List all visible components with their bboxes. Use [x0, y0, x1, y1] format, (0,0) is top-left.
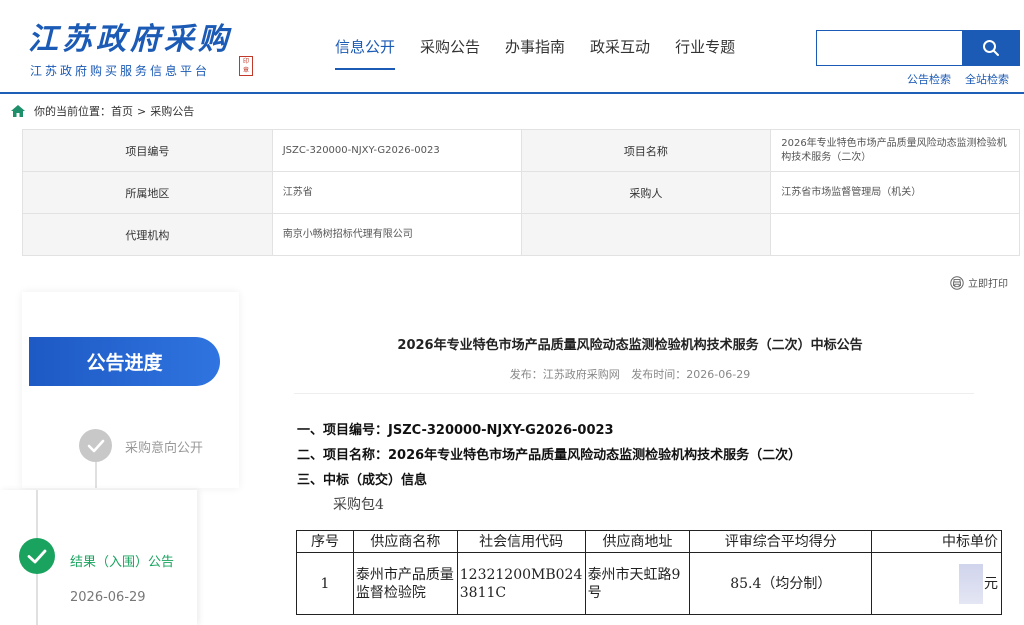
nav-guide[interactable]: 办事指南 [505, 36, 565, 70]
notice-project-name: 二、项目名称：2026年专业特色市场产品质量风险动态监测检验机构技术服务（二次） [297, 448, 802, 463]
col-header: 序号 [296, 530, 354, 553]
info-key: 项目名称 [520, 129, 772, 172]
price-unit: 元 [984, 575, 998, 592]
nav-interaction[interactable]: 政采互动 [590, 36, 650, 70]
breadcrumb-home[interactable]: 首页 [111, 103, 133, 119]
info-value: 江苏省 [271, 171, 522, 214]
award-result-table: 序号 供应商名称 社会信用代码 供应商地址 评审综合平均得分 中标单价 1 泰州… [296, 530, 1002, 615]
table-row: 代理机构 南京小畅树招标代理有限公司 [22, 213, 1020, 256]
info-key: 项目编号 [22, 129, 273, 172]
print-label: 立即打印 [968, 279, 1008, 290]
cell-score: 85.4（均分制） [689, 552, 873, 615]
table-row: 所属地区 江苏省 采购人 江苏省市场监督管理局（机关） [22, 171, 1020, 214]
site-header: 江苏政府采购 江苏政府购买服务信息平台 印章 信息公开 采购公告 办事指南 政采… [0, 0, 1024, 94]
notice-meta: 发布：江苏政府采购网 发布时间：2026-06-29 [240, 366, 1020, 382]
breadcrumb-separator: > [137, 104, 147, 118]
notice-award-heading: 三、中标（成交）信息 [297, 473, 428, 488]
logo-subtitle: 江苏政府购买服务信息平台 [30, 64, 211, 78]
col-header: 供应商地址 [584, 530, 691, 553]
breadcrumb-prefix: 你的当前位置： [34, 105, 111, 118]
notice-search-link[interactable]: 公告检索 [907, 71, 951, 87]
notice-publisher: 发布：江苏政府采购网 [509, 368, 620, 381]
home-icon [11, 105, 25, 117]
info-value [770, 213, 1020, 256]
search-button[interactable] [962, 30, 1020, 66]
col-header: 中标单价 [871, 530, 1002, 553]
print-button[interactable]: 立即打印 [950, 275, 1008, 290]
col-header: 供应商名称 [352, 530, 458, 553]
table-header-row: 序号 供应商名称 社会信用代码 供应商地址 评审综合平均得分 中标单价 [296, 530, 1002, 553]
col-header: 评审综合平均得分 [689, 530, 873, 553]
notice-publish-time: 发布时间：2026-06-29 [631, 368, 751, 381]
nav-procurement-notice[interactable]: 采购公告 [420, 36, 480, 70]
info-key: 代理机构 [22, 213, 273, 256]
check-icon [87, 439, 104, 452]
cell-supplier-name: 泰州市产品质量监督检验院 [352, 552, 458, 615]
notice-title: 2026年专业特色市场产品质量风险动态监测检验机构技术服务（二次）中标公告 [397, 338, 863, 353]
nav-info-public[interactable]: 信息公开 [335, 36, 396, 70]
cell-no: 1 [296, 552, 354, 615]
step-result-date: 2026-06-29 [70, 590, 146, 605]
search-input[interactable] [816, 30, 963, 66]
site-search-link[interactable]: 全站检索 [965, 71, 1009, 87]
cell-credit-code: 12321200MB0243811C [456, 552, 586, 615]
info-value: 江苏省市场监督管理局（机关） [770, 171, 1020, 214]
progress-panel: 公告进度 采购意向公开 [22, 292, 239, 488]
info-key [520, 213, 771, 256]
logo-seal-icon: 印章 [239, 56, 253, 76]
main-nav: 信息公开 采购公告 办事指南 政采互动 行业专题 [335, 36, 735, 70]
notice-package: 采购包4 [333, 497, 384, 513]
progress-title: 公告进度 [29, 337, 220, 386]
table-row: 1 泰州市产品质量监督检验院 12321200MB0243811C 泰州市天虹路… [296, 552, 1002, 615]
progress-connector [95, 462, 97, 488]
notice-divider [294, 393, 974, 394]
info-key: 采购人 [520, 171, 772, 214]
search-icon [983, 40, 999, 56]
logo-title[interactable]: 江苏政府采购 [28, 14, 232, 58]
step-current-dot [19, 538, 55, 574]
cell-unit-price: 元 [871, 552, 1002, 615]
project-info-table: 项目编号 JSZC-320000-NJXY-G2026-0023 项目名称 20… [22, 129, 1020, 256]
cell-address: 泰州市天虹路9号 [584, 552, 691, 615]
info-value: 2026年专业特色市场产品质量风险动态监测检验机构技术服务（二次） [770, 129, 1020, 172]
step-intent-public[interactable]: 采购意向公开 [125, 437, 203, 456]
nav-industry-topics[interactable]: 行业专题 [675, 36, 735, 70]
step-result-notice[interactable]: 结果（入围）公告 [70, 551, 174, 570]
info-value: JSZC-320000-NJXY-G2026-0023 [271, 129, 522, 172]
progress-panel-lower: 结果（入围）公告 2026-06-29 [0, 490, 197, 625]
breadcrumb: 你的当前位置： 首页 > 采购公告 [10, 103, 194, 119]
notice-project-code: 一、项目编号：JSZC-320000-NJXY-G2026-0023 [297, 423, 614, 438]
breadcrumb-current[interactable]: 采购公告 [150, 103, 194, 119]
check-icon [27, 549, 47, 563]
info-key: 所属地区 [22, 171, 273, 214]
table-row: 项目编号 JSZC-320000-NJXY-G2026-0023 项目名称 20… [22, 129, 1020, 172]
col-header: 社会信用代码 [456, 530, 586, 553]
info-value: 南京小畅树招标代理有限公司 [271, 213, 522, 256]
redacted-price [959, 563, 983, 604]
step-pending-dot [79, 429, 112, 462]
print-icon [950, 275, 964, 290]
